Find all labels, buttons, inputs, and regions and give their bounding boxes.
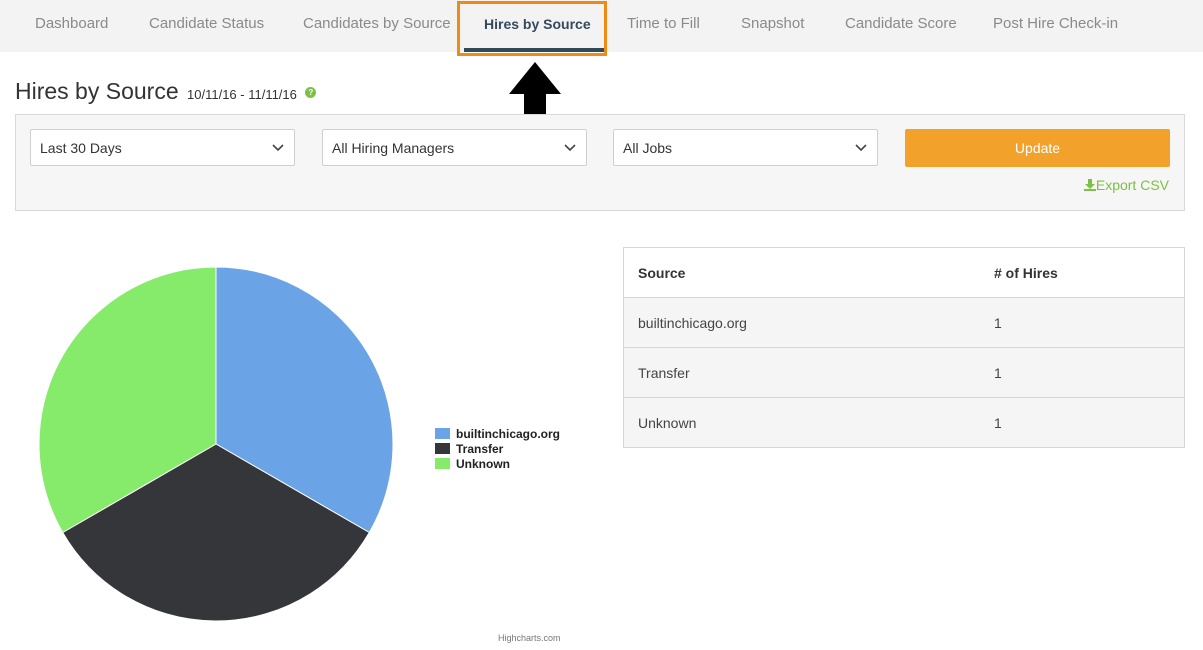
legend-swatch <box>435 458 450 470</box>
tab-candidates-by-source[interactable]: Candidates by Source <box>303 15 451 32</box>
chevron-down-icon <box>855 144 867 152</box>
period-select[interactable]: Last 30 Days <box>30 129 295 166</box>
table-cell-source: builtinchicago.org <box>623 297 980 348</box>
legend-label: Unknown <box>456 457 510 471</box>
jobs-select[interactable]: All Jobs <box>613 129 878 166</box>
question-circle-icon[interactable]: ? <box>305 87 317 99</box>
legend-item[interactable]: builtinchicago.org <box>435 427 560 442</box>
export-csv-link[interactable]: Export CSV <box>1083 177 1169 193</box>
tab-candidate-status[interactable]: Candidate Status <box>149 15 264 32</box>
legend-item[interactable]: Transfer <box>435 442 560 457</box>
jobs-select-value: All Jobs <box>623 140 673 156</box>
column-header-hires: # of Hires <box>980 247 1185 298</box>
chart-legend: builtinchicago.org Transfer Unknown <box>435 427 560 472</box>
page-title-text: Hires by Source <box>15 78 179 104</box>
tab-post-hire-check-in[interactable]: Post Hire Check-in <box>993 15 1118 32</box>
tab-snapshot[interactable]: Snapshot <box>741 15 804 32</box>
legend-label: builtinchicago.org <box>456 427 560 441</box>
legend-label: Transfer <box>456 442 504 456</box>
filter-panel: Last 30 Days All Hiring Managers All Job… <box>15 114 1185 211</box>
table-row: Transfer 1 <box>623 347 1185 398</box>
column-header-source: Source <box>623 247 980 298</box>
chevron-down-icon <box>564 144 576 152</box>
table-row: Unknown 1 <box>623 397 1185 448</box>
tab-dashboard[interactable]: Dashboard <box>35 15 108 32</box>
table-cell-hires: 1 <box>980 397 1185 448</box>
legend-item[interactable]: Unknown <box>435 457 560 472</box>
table-cell-hires: 1 <box>980 347 1185 398</box>
date-range: 10/11/16 - 11/11/16 <box>187 87 297 102</box>
hiring-manager-select-value: All Hiring Managers <box>332 140 455 156</box>
chevron-down-icon <box>272 144 284 152</box>
tab-candidate-score[interactable]: Candidate Score <box>845 15 957 32</box>
legend-swatch <box>435 443 450 455</box>
table-row: builtinchicago.org 1 <box>623 297 1185 348</box>
table-cell-source: Unknown <box>623 397 980 448</box>
export-csv-label: Export CSV <box>1095 177 1169 193</box>
period-select-value: Last 30 Days <box>40 140 122 156</box>
chart-credits[interactable]: Highcharts.com <box>498 633 561 643</box>
download-icon <box>1083 179 1096 191</box>
tab-time-to-fill[interactable]: Time to Fill <box>627 15 700 32</box>
hiring-manager-select[interactable]: All Hiring Managers <box>322 129 587 166</box>
hires-table: Source # of Hires builtinchicago.org 1 T… <box>623 247 1185 448</box>
table-cell-hires: 1 <box>980 297 1185 348</box>
table-header-row: Source # of Hires <box>623 247 1185 298</box>
page-title: Hires by Source 10/11/16 - 11/11/16 ? <box>15 78 317 105</box>
tab-highlight-box <box>457 1 607 56</box>
legend-swatch <box>435 428 450 440</box>
table-cell-source: Transfer <box>623 347 980 398</box>
update-button[interactable]: Update <box>905 129 1170 167</box>
